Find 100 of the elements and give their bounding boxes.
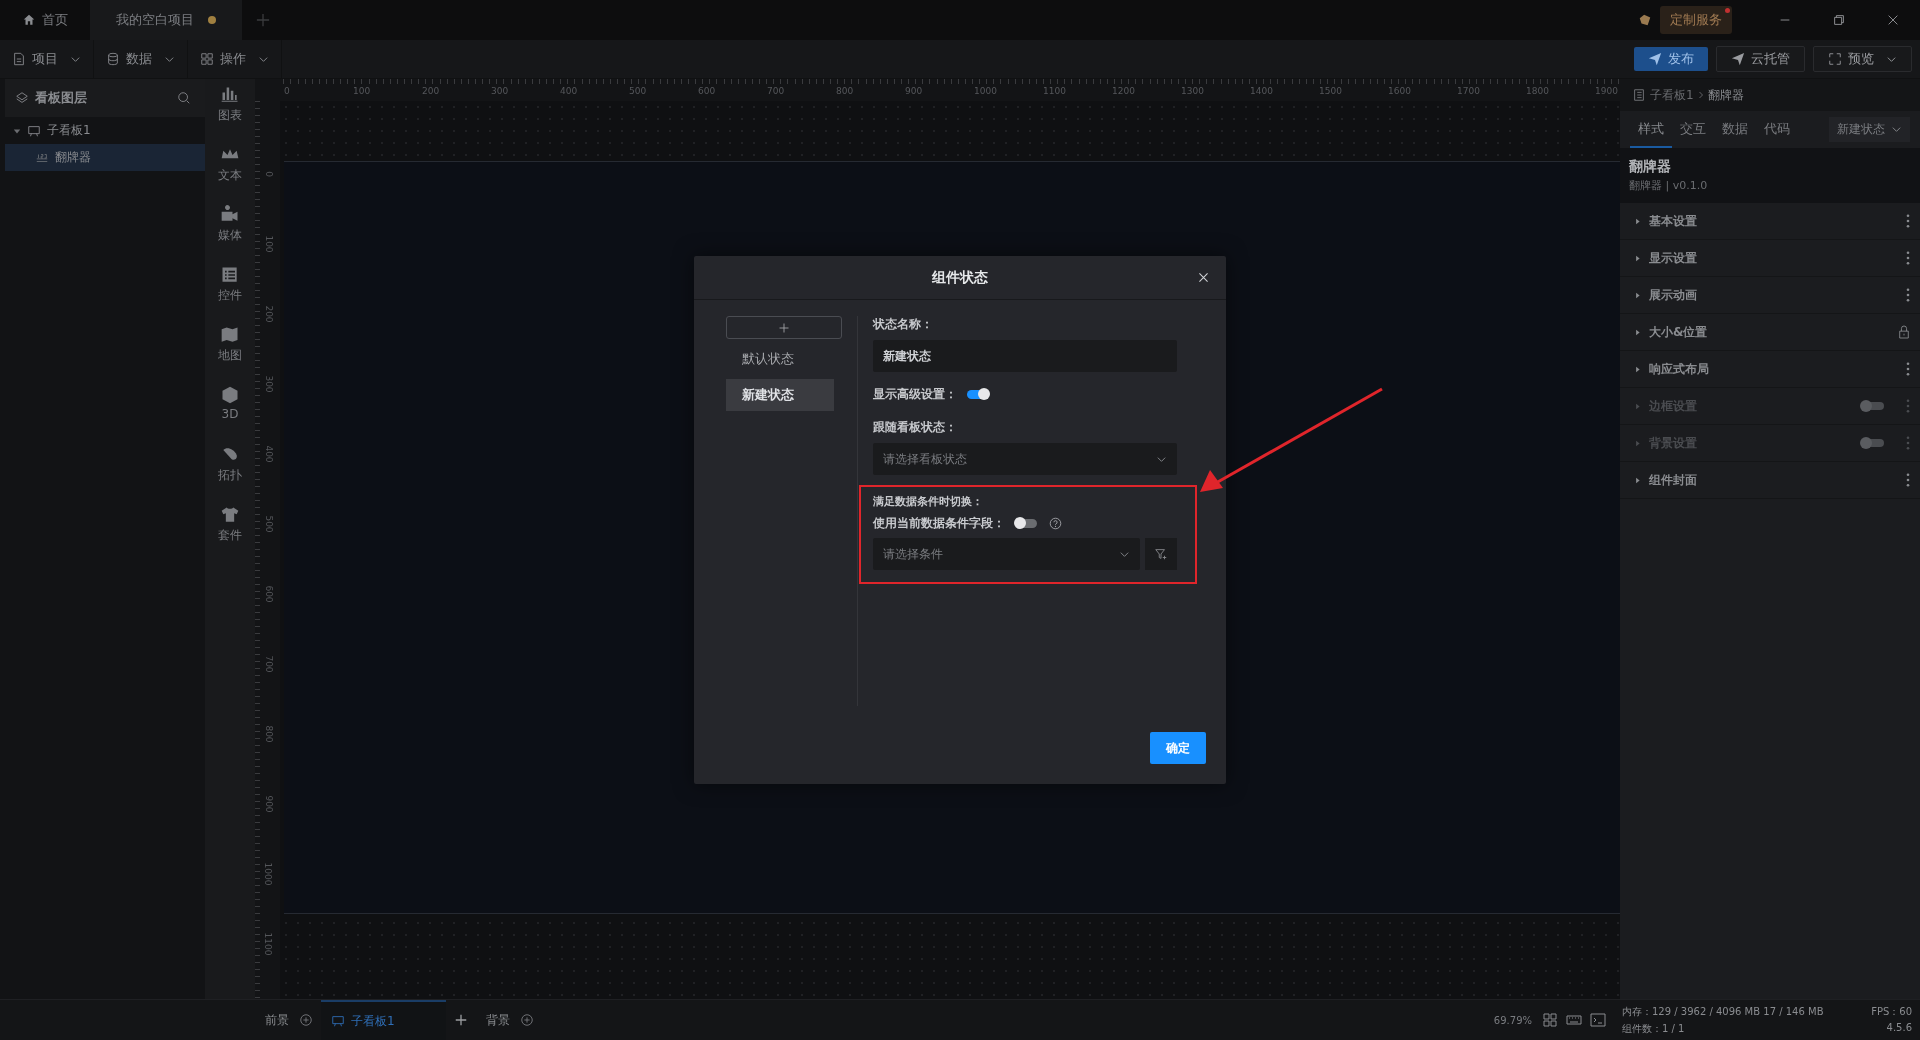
toolbar-menu[interactable]: 数据 xyxy=(94,40,188,78)
bar-chart-icon xyxy=(220,85,240,105)
keyboard-icon[interactable] xyxy=(1566,1012,1582,1028)
settings-section[interactable]: 基本设置 xyxy=(1620,203,1920,240)
board-icon xyxy=(331,1014,345,1028)
layer-item[interactable]: 翻牌器 xyxy=(5,144,205,171)
more-icon[interactable] xyxy=(1906,288,1910,302)
inspector-tab[interactable]: 交互 xyxy=(1672,111,1714,148)
send-icon xyxy=(1648,52,1662,66)
component-category[interactable]: 媒体 xyxy=(218,205,242,265)
ruler-label: 1800 xyxy=(1525,86,1550,98)
project-tab[interactable]: 我的空白项目 xyxy=(90,0,242,40)
category-label: 控件 xyxy=(218,287,242,304)
dialog-title: 组件状态 xyxy=(932,268,988,287)
state-name-field[interactable]: 新建状态 xyxy=(873,340,1177,372)
state-item[interactable]: 新建状态 xyxy=(726,379,834,411)
component-category[interactable]: 图表 xyxy=(218,85,242,145)
menu-label: 项目 xyxy=(32,50,58,68)
more-icon[interactable] xyxy=(1906,362,1910,376)
caret-icon[interactable] xyxy=(13,126,21,135)
ruler-label: 200 xyxy=(262,305,274,323)
component-category[interactable]: 控件 xyxy=(218,265,242,325)
ruler-label: 1000 xyxy=(973,86,998,98)
tab-label: 我的空白项目 xyxy=(116,11,194,29)
ruler-label: 800 xyxy=(262,725,274,743)
component-category[interactable]: 文本 xyxy=(218,145,242,205)
send-icon xyxy=(1731,52,1745,66)
field-label: 显示高级设置： xyxy=(873,386,957,403)
ruler-label: 800 xyxy=(835,86,855,98)
terminal-icon[interactable] xyxy=(1590,1012,1606,1028)
ruler-label: 400 xyxy=(559,86,579,98)
add-circle-icon[interactable] xyxy=(520,1013,534,1027)
caret-icon xyxy=(1634,476,1641,484)
breadcrumb-link[interactable]: 子看板1 xyxy=(1650,86,1694,104)
category-label: 文本 xyxy=(218,167,242,184)
board-state-select[interactable]: 请选择看板状态 xyxy=(873,443,1177,475)
search-icon[interactable] xyxy=(177,91,191,105)
toolbar-menu[interactable]: 项目 xyxy=(0,40,94,78)
tab-label: 首页 xyxy=(42,11,68,29)
inspector-tab[interactable]: 数据 xyxy=(1714,111,1756,148)
component-category[interactable]: 地图 xyxy=(218,325,242,385)
condition-select[interactable]: 请选择条件 xyxy=(873,538,1140,570)
help-icon[interactable] xyxy=(1049,517,1062,530)
more-icon[interactable] xyxy=(1906,473,1910,487)
menu-label: 操作 xyxy=(220,50,246,68)
grid-icon xyxy=(200,52,214,66)
layer-item[interactable]: 子看板1 xyxy=(5,117,205,144)
more-icon[interactable] xyxy=(1906,251,1910,265)
lock-icon[interactable] xyxy=(1898,325,1910,339)
add-circle-icon[interactable] xyxy=(299,1013,313,1027)
settings-section[interactable]: 组件封面 xyxy=(1620,462,1920,499)
toggle-switch[interactable] xyxy=(967,390,989,399)
layer-tab[interactable]: 前景 xyxy=(255,1000,299,1040)
project-tab[interactable]: 首页 xyxy=(0,0,90,40)
ruler-label: 1500 xyxy=(1318,86,1343,98)
inspector-tab[interactable]: 代码 xyxy=(1756,111,1798,148)
settings-section[interactable]: 展示动画 xyxy=(1620,277,1920,314)
more-icon[interactable] xyxy=(1906,214,1910,228)
state-select[interactable]: 新建状态 xyxy=(1829,117,1910,142)
custom-service-button[interactable]: 定制服务 xyxy=(1660,6,1732,34)
settings-section[interactable]: 响应式布局 xyxy=(1620,351,1920,388)
confirm-button[interactable]: 确定 xyxy=(1150,732,1206,764)
map-icon xyxy=(220,325,240,345)
zoom-level: 69.79% xyxy=(1493,1014,1532,1026)
cloud-hosting-button[interactable]: 云托管 xyxy=(1716,46,1805,72)
filter-plus-icon xyxy=(1154,547,1168,561)
plus-icon[interactable] xyxy=(454,1013,468,1027)
restore-icon[interactable] xyxy=(1832,13,1846,27)
ruler-label: 1000 xyxy=(262,862,274,886)
caret-icon xyxy=(1634,439,1641,447)
settings-section[interactable]: 显示设置 xyxy=(1620,240,1920,277)
component-category[interactable]: 拓扑 xyxy=(218,445,242,505)
memory-usage: 内存：129 / 3962 / 4096 MB 17 / 146 MB xyxy=(1622,1004,1824,1019)
settings-section[interactable]: 大小&位置 xyxy=(1620,314,1920,351)
ruler-label: 1200 xyxy=(1111,86,1136,98)
preview-button[interactable]: 预览 xyxy=(1813,46,1912,72)
ruler-label: 1600 xyxy=(1387,86,1412,98)
component-category[interactable]: 3D xyxy=(220,385,240,445)
toolbar-menu[interactable]: 操作 xyxy=(188,40,282,78)
fit-screen-icon[interactable] xyxy=(1542,1012,1558,1028)
ruler-label: 500 xyxy=(628,86,648,98)
add-filter-button[interactable] xyxy=(1145,538,1177,570)
ruler-label: 500 xyxy=(262,515,274,533)
component-category[interactable]: 套件 xyxy=(218,505,242,565)
menu-label: 数据 xyxy=(126,50,152,68)
toggle-switch[interactable] xyxy=(1015,519,1037,528)
state-item[interactable]: 默认状态 xyxy=(726,343,834,375)
caret-icon xyxy=(1634,328,1641,336)
ruler-label: 1100 xyxy=(1042,86,1067,98)
field-label: 跟随看板状态： xyxy=(873,419,958,436)
caret-icon xyxy=(1634,291,1641,299)
ruler-label: 700 xyxy=(766,86,786,98)
layer-tab[interactable]: 背景 xyxy=(476,1000,520,1040)
ruler-label: 100 xyxy=(352,86,372,98)
close-icon[interactable] xyxy=(1886,13,1900,27)
caret-icon xyxy=(1634,217,1641,225)
home-icon xyxy=(22,13,36,27)
close-icon[interactable] xyxy=(1197,271,1210,284)
publish-button[interactable]: 发布 xyxy=(1634,47,1708,71)
ruler-label: 0 xyxy=(262,171,274,177)
